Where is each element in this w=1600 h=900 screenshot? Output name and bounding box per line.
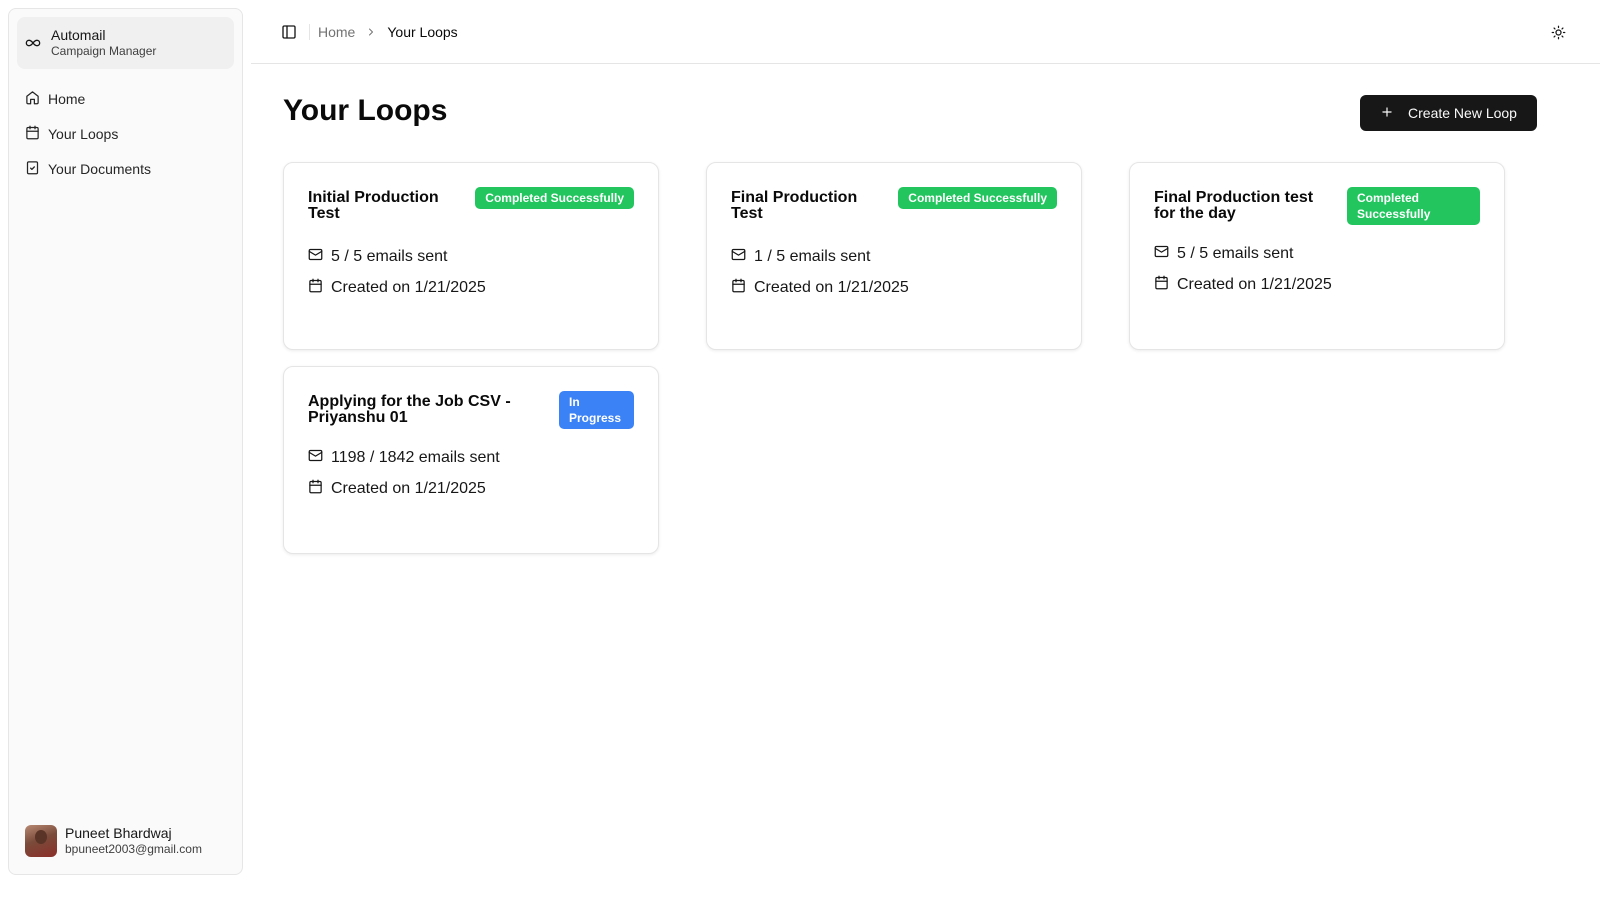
top-bar: Home Your Loops	[251, 0, 1600, 64]
user-name: Puneet Bhardwaj	[65, 825, 172, 842]
breadcrumb: Home Your Loops	[318, 24, 458, 40]
loop-card[interactable]: Final Production Test Completed Successf…	[706, 162, 1082, 350]
brand-subtitle: Campaign Manager	[51, 44, 157, 59]
emails-sent: 1198 / 1842 emails sent	[331, 448, 500, 466]
loop-card[interactable]: Final Production test for the day Comple…	[1129, 162, 1505, 350]
sidebar-item-your-documents[interactable]: Your Documents	[17, 153, 234, 185]
brand-switcher[interactable]: Automail Campaign Manager	[17, 17, 234, 69]
sidebar-item-label: Your Documents	[48, 161, 151, 177]
loop-title: Applying for the Job CSV - Priyanshu 01	[308, 393, 511, 426]
chevron-right-icon	[365, 26, 377, 38]
created-date: Created on 1/21/2025	[331, 278, 486, 296]
created-date: Created on 1/21/2025	[1177, 275, 1332, 293]
calendar-icon	[25, 125, 40, 143]
sidebar: Automail Campaign Manager Home Your Loop…	[8, 8, 243, 875]
breadcrumb-current: Your Loops	[387, 23, 458, 40]
calendar-icon	[308, 278, 323, 298]
sun-icon[interactable]	[1548, 22, 1568, 42]
emails-sent: 5 / 5 emails sent	[331, 247, 448, 265]
emails-sent: 1 / 5 emails sent	[754, 247, 871, 265]
calendar-icon	[308, 479, 323, 499]
created-date: Created on 1/21/2025	[331, 479, 486, 497]
divider	[309, 23, 310, 40]
status-badge: In Progress	[559, 391, 634, 429]
create-new-loop-button[interactable]: Create New Loop	[1360, 95, 1537, 131]
mail-icon	[731, 247, 746, 267]
loop-card[interactable]: Applying for the Job CSV - Priyanshu 01 …	[283, 366, 659, 554]
avatar	[25, 825, 57, 858]
clipboard-check-icon	[25, 160, 40, 178]
mail-icon	[308, 448, 323, 468]
sidebar-item-home[interactable]: Home	[17, 83, 234, 115]
page-title: Your Loops	[283, 94, 448, 127]
user-email: bpuneet2003@gmail.com	[65, 842, 202, 857]
created-date: Created on 1/21/2025	[754, 278, 909, 296]
calendar-icon	[731, 278, 746, 298]
emails-sent: 5 / 5 emails sent	[1177, 244, 1294, 262]
plus-icon	[1380, 105, 1394, 122]
home-icon	[25, 90, 40, 108]
loop-title: Final Production Test	[731, 189, 858, 222]
status-badge: Completed Successfully	[1347, 187, 1480, 225]
infinity-icon	[25, 35, 41, 51]
loop-card[interactable]: Initial Production Test Completed Succes…	[283, 162, 659, 350]
sidebar-item-your-loops[interactable]: Your Loops	[17, 118, 234, 150]
user-menu[interactable]: Puneet Bhardwaj bpuneet2003@gmail.com	[17, 816, 234, 866]
status-badge: Completed Successfully	[898, 187, 1057, 209]
create-new-loop-label: Create New Loop	[1408, 105, 1517, 121]
calendar-icon	[1154, 275, 1169, 295]
breadcrumb-home[interactable]: Home	[318, 24, 355, 40]
brand-name: Automail	[51, 26, 106, 43]
sidebar-nav: Home Your Loops Your Documents	[17, 83, 234, 185]
loop-title: Initial Production Test	[308, 189, 439, 222]
status-badge: Completed Successfully	[475, 187, 634, 209]
sidebar-item-label: Your Loops	[48, 126, 119, 142]
panel-left-icon[interactable]	[279, 22, 299, 42]
mail-icon	[308, 247, 323, 267]
mail-icon	[1154, 244, 1169, 264]
loop-title: Final Production test for the day	[1154, 189, 1314, 222]
sidebar-item-label: Home	[48, 91, 86, 107]
